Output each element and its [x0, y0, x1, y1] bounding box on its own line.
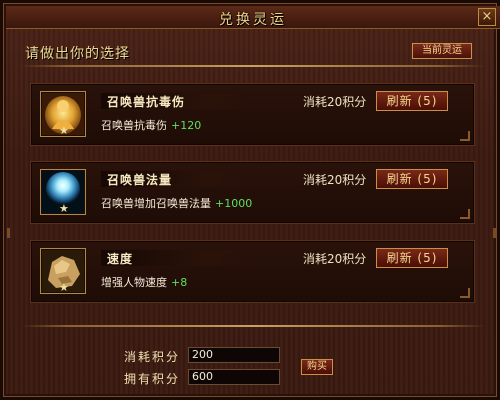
option-icon-frame: ★	[40, 169, 86, 215]
owned-points-label: 拥有积分	[124, 372, 181, 386]
option-cost: 消耗20积分	[303, 252, 367, 266]
option-title: 召唤兽法量	[101, 171, 251, 187]
option-description: 召唤兽增加召唤兽法量 +1000	[101, 197, 253, 210]
option-cost: 消耗20积分	[303, 173, 367, 187]
refresh-button[interactable]: 刷新 (5)	[376, 169, 448, 189]
corner-ornament	[460, 209, 470, 219]
owned-points-field: 600	[188, 369, 280, 385]
title-bar: 兑换灵运 ×	[6, 6, 500, 29]
star-icon: ★	[59, 124, 69, 137]
consume-points-field: 200	[188, 347, 280, 363]
corner-ornament	[460, 288, 470, 298]
top-divider	[21, 65, 485, 67]
option-icon-frame: ★	[40, 248, 86, 294]
option-description: 召唤兽抗毒伤 +120	[101, 119, 202, 132]
option-cost: 消耗20积分	[303, 95, 367, 109]
star-icon: ★	[59, 281, 69, 294]
current-luck-button[interactable]: 当前灵运	[412, 43, 472, 59]
left-edge-ornament	[7, 228, 10, 238]
option-title: 速度	[101, 250, 251, 266]
exchange-window: 兑换灵运 × 请做出你的选择 当前灵运 ★ 召唤兽抗毒伤 召唤兽抗毒伤 +120…	[0, 0, 500, 400]
option-bonus: +1000	[215, 197, 253, 210]
corner-ornament	[460, 131, 470, 141]
window-title: 兑换灵运	[219, 12, 287, 28]
right-edge-ornament	[493, 228, 496, 238]
option-card: ★ 召唤兽法量 召唤兽增加召唤兽法量 +1000 消耗20积分 刷新 (5)	[30, 161, 475, 224]
close-icon: ×	[481, 9, 493, 24]
bottom-divider	[21, 325, 485, 327]
refresh-button[interactable]: 刷新 (5)	[376, 248, 448, 268]
option-card: ★ 速度 增强人物速度 +8 消耗20积分 刷新 (5)	[30, 240, 475, 303]
star-icon: ★	[59, 202, 69, 215]
option-icon-frame: ★	[40, 91, 86, 137]
refresh-button[interactable]: 刷新 (5)	[376, 91, 448, 111]
prompt-text: 请做出你的选择	[25, 46, 130, 62]
close-button[interactable]: ×	[478, 8, 496, 26]
option-bonus: +120	[171, 119, 202, 132]
option-title: 召唤兽抗毒伤	[101, 93, 251, 109]
option-bonus: +8	[171, 276, 188, 289]
buy-button[interactable]: 购买	[301, 359, 333, 375]
option-card: ★ 召唤兽抗毒伤 召唤兽抗毒伤 +120 消耗20积分 刷新 (5)	[30, 83, 475, 146]
consume-points-label: 消耗积分	[124, 350, 181, 364]
option-description: 增强人物速度 +8	[101, 276, 188, 289]
